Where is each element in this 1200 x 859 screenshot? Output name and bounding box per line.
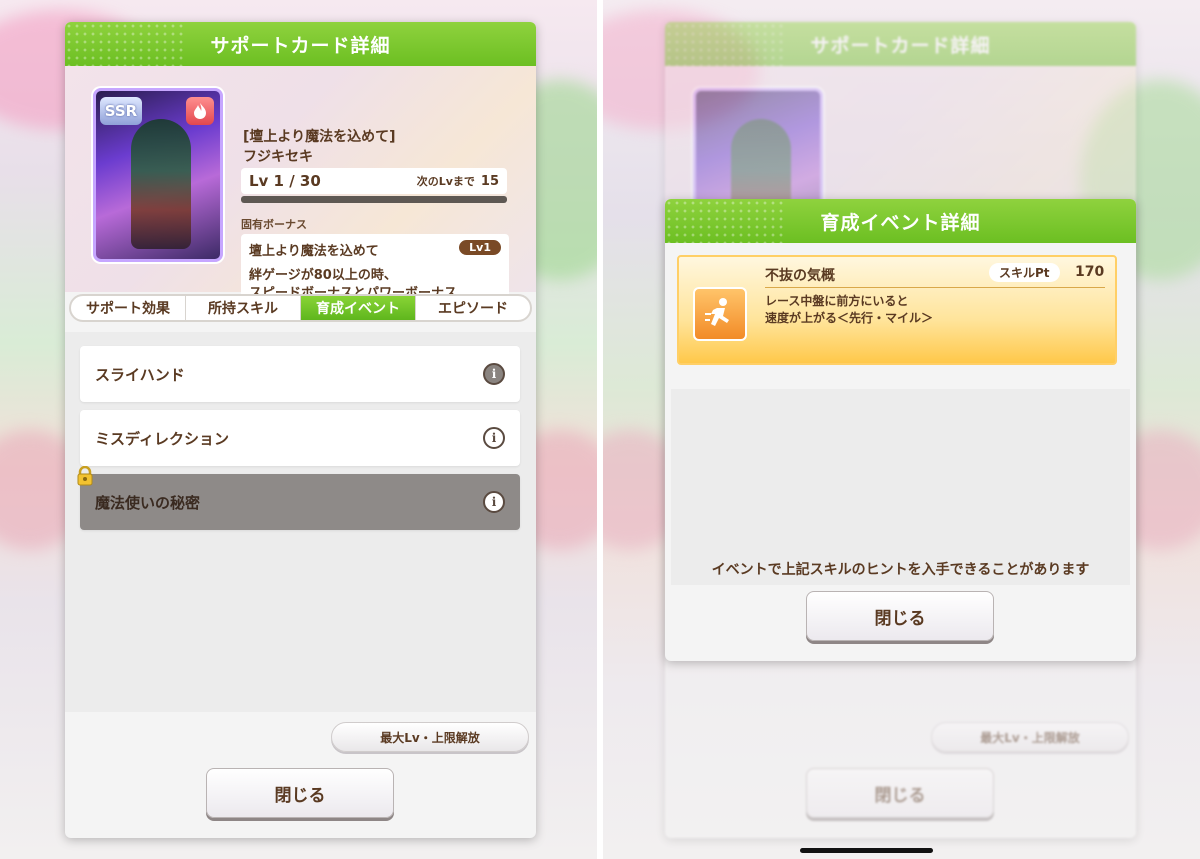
event-name: 魔法使いの秘密	[95, 493, 201, 512]
character-figure	[131, 119, 191, 249]
close-button[interactable]: 閉じる	[806, 591, 994, 641]
event-list: スライハンド i ミスディレクション i 魔法使いの秘密 i	[65, 332, 536, 712]
tab-owned-skills[interactable]: 所持スキル	[186, 296, 301, 320]
header-pattern	[665, 199, 785, 243]
rarity-badge: SSR	[100, 97, 142, 125]
dialog-title: サポートカード詳細	[210, 34, 391, 57]
info-icon[interactable]: i	[483, 491, 505, 513]
dialog-title: サポートカード詳細	[810, 34, 991, 57]
tab-episode[interactable]: エピソード	[416, 296, 530, 320]
tab-training-events[interactable]: 育成イベント	[301, 296, 416, 320]
next-level-value: 15	[480, 173, 499, 189]
dialog-header: サポートカード詳細	[65, 22, 536, 66]
dialog-body: 不抜の気概 スキルPt 170 レース中盤に前方にいると 速度が上がる＜先行・マ…	[665, 243, 1136, 661]
max-level-unlock-button: 最大Lv・上限解放	[931, 722, 1129, 752]
unique-bonus-label: 固有ボーナス	[241, 218, 307, 231]
dialog-header: サポートカード詳細	[665, 22, 1136, 66]
dialog-title: 育成イベント詳細	[820, 211, 981, 234]
skill-separator	[765, 287, 1105, 288]
running-figure-icon	[693, 287, 747, 341]
home-indicator[interactable]	[800, 848, 933, 853]
lock-icon	[76, 465, 94, 486]
skill-pt-label: スキルPt	[989, 263, 1060, 282]
max-level-unlock-button[interactable]: 最大Lv・上限解放	[331, 722, 529, 752]
skill-description: レース中盤に前方にいると 速度が上がる＜先行・マイル＞	[765, 294, 934, 325]
header-pattern	[665, 22, 785, 66]
detail-tabs: サポート効果 所持スキル 育成イベント エピソード	[69, 294, 532, 322]
skill-pt-value: 170	[1075, 264, 1105, 280]
info-icon[interactable]: i	[483, 427, 505, 449]
skill-name: 不抜の気概	[765, 268, 835, 284]
close-button: 閉じる	[806, 768, 994, 818]
event-item-misdirection[interactable]: ミスディレクション i	[80, 410, 520, 466]
next-level-label: 次のLvまで	[416, 175, 475, 188]
event-item-sleight-of-hand[interactable]: スライハンド i	[80, 346, 520, 402]
card-character-name: フジキセキ	[243, 149, 313, 165]
card-title: [壇上より魔法を込めて]	[243, 129, 396, 145]
event-item-magicians-secret[interactable]: 魔法使いの秘密 i	[77, 465, 520, 530]
hint-text: イベントで上記スキルのヒントを入手できることがあります	[711, 562, 1090, 578]
skill-card[interactable]: 不抜の気概 スキルPt 170 レース中盤に前方にいると 速度が上がる＜先行・マ…	[677, 255, 1117, 365]
training-event-detail-dialog: 育成イベント詳細 不抜の気概 スキルPt 170 レース中盤に前方にいると 速度…	[665, 199, 1136, 661]
close-button[interactable]: 閉じる	[206, 768, 394, 818]
event-name: ミスディレクション	[95, 429, 229, 448]
bonus-level-badge: Lv1	[459, 240, 501, 255]
card-info-area: SSR [壇上より魔法を込めて] フジキセキ Lv 1 / 30 次のLvまで …	[65, 66, 536, 309]
support-card-detail-dialog: サポートカード詳細 SSR [壇上より魔法を込めて] フジキセキ Lv 1 / …	[65, 22, 536, 838]
screen-divider	[597, 0, 603, 859]
tab-support-effect[interactable]: サポート効果	[71, 296, 186, 320]
level-box: Lv 1 / 30 次のLvまで 15	[241, 168, 507, 194]
level-text: Lv 1 / 30	[249, 172, 321, 190]
level-progress-bar	[241, 196, 507, 203]
content-area	[671, 389, 1130, 585]
header-pattern	[65, 22, 185, 66]
support-card-image[interactable]: SSR	[93, 88, 223, 262]
event-name: スライハンド	[95, 365, 185, 384]
dialog-header: 育成イベント詳細	[665, 199, 1136, 243]
fire-icon	[186, 97, 214, 125]
info-icon[interactable]: i	[483, 363, 505, 385]
